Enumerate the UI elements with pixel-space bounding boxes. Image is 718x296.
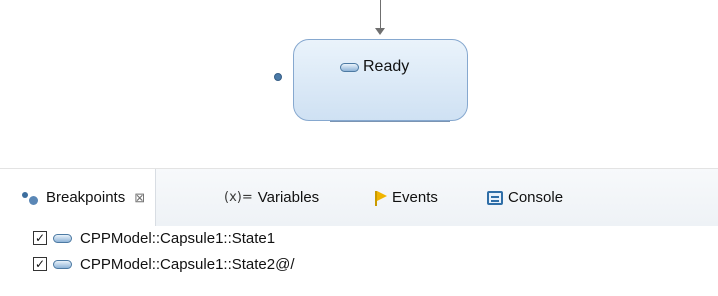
initial-transition-line[interactable]	[380, 0, 381, 30]
list-item[interactable]: ✓ CPPModel::Capsule1::State1	[0, 225, 718, 251]
state-ready[interactable]: Ready	[293, 39, 468, 121]
view-tab-bar: Breakpoints ⊠ (x)= Variables Events Cons…	[0, 168, 718, 226]
state-name: Ready	[363, 58, 410, 75]
state-machine-diagram: Ready	[0, 0, 718, 140]
events-flag-icon	[373, 190, 387, 206]
close-icon[interactable]: ⊠	[134, 191, 145, 204]
state-pill-icon	[340, 62, 359, 72]
tab-label: Console	[508, 189, 564, 206]
variables-icon: (x)=	[224, 190, 253, 205]
breakpoints-icon	[21, 191, 41, 205]
state-pill-icon	[53, 259, 72, 269]
debug-view: Breakpoints ⊠ (x)= Variables Events Cons…	[0, 168, 718, 296]
tab-label: Variables	[257, 189, 320, 206]
tab-console[interactable]: Console	[487, 169, 563, 226]
console-icon	[487, 190, 503, 205]
entry-point-dot[interactable]	[274, 73, 282, 81]
state-pill-icon	[53, 233, 72, 243]
state-bottom-edge	[330, 121, 450, 122]
transition-arrowhead-icon	[375, 28, 385, 35]
tab-label: Breakpoints	[46, 189, 126, 206]
breakpoint-label: CPPModel::Capsule1::State2@/	[80, 255, 295, 273]
tab-label: Events	[392, 189, 438, 206]
breakpoint-checkbox[interactable]: ✓	[33, 231, 47, 245]
tab-breakpoints[interactable]: Breakpoints ⊠	[0, 169, 157, 226]
breakpoint-checkbox[interactable]: ✓	[33, 257, 47, 271]
breakpoint-label: CPPModel::Capsule1::State1	[80, 229, 276, 247]
tab-variables[interactable]: (x)= Variables	[224, 169, 319, 226]
breakpoints-list: ✓ CPPModel::Capsule1::State1 ✓ CPPModel:…	[0, 225, 718, 277]
state-header: Ready	[340, 58, 409, 76]
tab-events[interactable]: Events	[373, 169, 438, 226]
list-item[interactable]: ✓ CPPModel::Capsule1::State2@/	[0, 251, 718, 277]
